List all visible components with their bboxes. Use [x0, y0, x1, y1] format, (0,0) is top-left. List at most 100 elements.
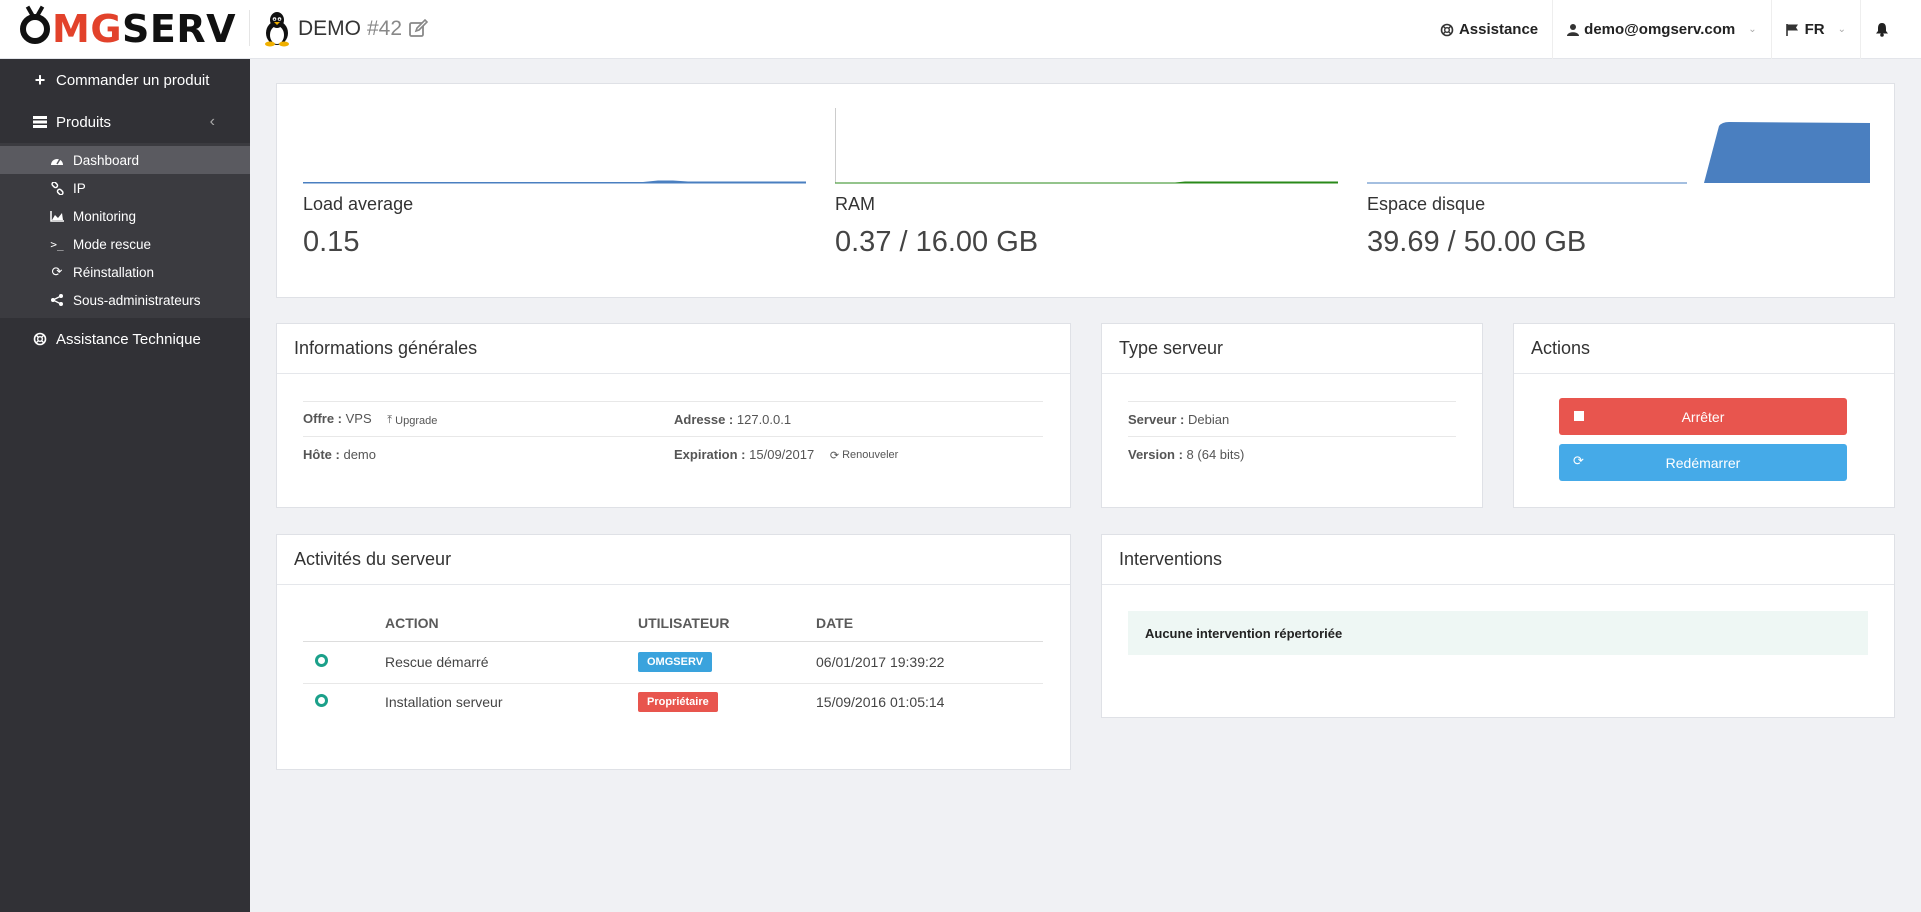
share-icon: [49, 294, 65, 306]
load-average-label: Load average: [303, 194, 414, 214]
expiration-label: Expiration :: [674, 446, 746, 462]
chevron-down-icon: ⌄: [1837, 24, 1846, 35]
version-value: 8 (64 bits): [1186, 446, 1245, 462]
activity-action: Rescue démarré: [385, 641, 638, 684]
language-menu[interactable]: FR ⌄: [1770, 0, 1860, 59]
status-column-header: [303, 605, 385, 642]
load-average-value: 0.15: [303, 226, 360, 258]
language-label: FR: [1804, 21, 1825, 38]
general-info-panel: Informations générales Offre : VPS ⤒ Upg…: [276, 323, 1071, 508]
table-row: Installation serveur Propriétaire 15/09/…: [303, 683, 1043, 721]
upgrade-link[interactable]: ⤒ Upgrade: [387, 414, 437, 427]
panel-title: Interventions: [1102, 535, 1894, 585]
panel-title: Actions: [1514, 324, 1894, 374]
edit-icon[interactable]: [408, 19, 429, 39]
server-activities-panel: Activités du serveur ACTION UTILISATEUR …: [276, 534, 1071, 770]
activities-table: ACTION UTILISATEUR DATE Rescue démarré O…: [303, 605, 1043, 721]
sidebar-item-dashboard[interactable]: Dashboard: [0, 146, 250, 174]
plus-icon: +: [34, 69, 46, 90]
activity-action: Installation serveur: [385, 694, 503, 711]
server-number: #42: [367, 17, 403, 40]
sidebar-item-support[interactable]: Assistance Technique: [0, 318, 250, 360]
ram-value: 0.37 / 16.00 GB: [835, 226, 1039, 258]
assistance-label: Assistance: [1458, 21, 1539, 38]
status-circle-icon: [315, 694, 328, 708]
sidebar-item-order-product[interactable]: + Commander un produit: [0, 59, 250, 101]
sidebar-item-label: Dashboard: [73, 152, 140, 168]
sidebar-item-label: Commander un produit: [56, 71, 210, 89]
top-bar: MG SERV DEMO #42 Assistance demo@omgserv…: [0, 0, 1921, 59]
notifications-button[interactable]: [1860, 0, 1903, 59]
sidebar-item-subadmins[interactable]: Sous-administrateurs: [0, 286, 250, 314]
lifebuoy-icon: [30, 332, 50, 346]
sidebar-item-products[interactable]: Produits ‹: [0, 101, 250, 143]
area-chart-icon: [49, 210, 65, 222]
server-value: Debian: [1188, 411, 1230, 427]
disk-label: Espace disque: [1367, 194, 1486, 214]
restart-label: Redémarrer: [1665, 454, 1741, 471]
logo-o: [20, 14, 50, 44]
host-label: Hôte :: [303, 446, 340, 462]
products-submenu: Dashboard IP Monitoring >_ Mode rescue ⟳…: [0, 143, 250, 318]
user-menu[interactable]: demo@omgserv.com ⌄: [1552, 0, 1770, 59]
stop-button[interactable]: Arrêter: [1559, 398, 1847, 435]
bell-icon: [1876, 23, 1888, 37]
server-icon: [30, 116, 50, 128]
offer-value: VPS: [345, 411, 372, 426]
sidebar-item-label: Sous-administrateurs: [73, 292, 201, 308]
sidebar-item-label: Monitoring: [73, 208, 137, 224]
info-row: Offre : VPS ⤒ Upgrade Adresse : 127.0.0.…: [303, 401, 1043, 436]
dashboard-icon: [49, 155, 65, 166]
link-icon: [49, 181, 65, 195]
chevron-left-icon: ‹: [209, 113, 215, 130]
no-interventions-alert: Aucune intervention répertoriée: [1128, 611, 1868, 655]
user-badge: Propriétaire: [638, 692, 718, 713]
version-label: Version :: [1128, 446, 1183, 462]
column-header-action: ACTION: [385, 605, 638, 642]
address-value: 127.0.0.1: [736, 411, 792, 427]
logo-mg: MG: [52, 7, 123, 51]
header-divider: [249, 10, 250, 46]
sidebar-item-ip[interactable]: IP: [0, 174, 250, 202]
activity-date: 06/01/2017 19:39:22: [816, 641, 1043, 684]
disk-value: 39.69 / 50.00 GB: [1367, 226, 1587, 258]
refresh-icon: ⟳: [1573, 453, 1584, 468]
stop-icon: [1574, 411, 1584, 421]
stop-label: Arrêter: [1681, 408, 1725, 425]
sidebar-item-label: Mode rescue: [73, 236, 152, 252]
sidebar-item-monitoring[interactable]: Monitoring: [0, 202, 250, 230]
user-icon: [1567, 24, 1580, 36]
terminal-icon: >_: [50, 237, 64, 251]
sidebar-item-reinstall[interactable]: ⟳ Réinstallation: [0, 258, 250, 286]
upgrade-label: Upgrade: [395, 414, 438, 427]
renew-label: Renouveler: [842, 449, 899, 461]
sidebar-item-label: Réinstallation: [73, 264, 155, 280]
panel-title: Informations générales: [277, 324, 1070, 374]
restart-button[interactable]: ⟳ Redémarrer: [1559, 444, 1847, 481]
sidebar-item-rescue[interactable]: >_ Mode rescue: [0, 230, 250, 258]
assistance-link[interactable]: Assistance: [1426, 0, 1552, 59]
info-row: Serveur : Debian: [1128, 401, 1456, 436]
upload-icon: ⤒: [387, 414, 393, 426]
actions-panel: Actions Arrêter ⟳ Redémarrer: [1513, 323, 1895, 508]
sidebar-item-label: Assistance Technique: [56, 330, 201, 348]
sidebar: + Commander un produit Produits ‹ Dashbo…: [0, 59, 250, 912]
panel-title: Activités du serveur: [277, 535, 1070, 585]
panel-title: Type serveur: [1102, 324, 1482, 374]
user-email: demo@omgserv.com: [1584, 21, 1736, 38]
renew-link[interactable]: ⟳ Renouveler: [830, 449, 898, 462]
server-title: DEMO #42: [262, 10, 429, 48]
server-name: DEMO: [298, 17, 361, 40]
refresh-icon: ⟳: [829, 449, 840, 462]
interventions-panel: Interventions Aucune intervention répert…: [1101, 534, 1895, 718]
offer-label: Offre :: [303, 411, 342, 426]
column-header-date: DATE: [816, 605, 1043, 642]
header-right: Assistance demo@omgserv.com ⌄ FR ⌄: [1426, 0, 1903, 59]
chevron-down-icon: ⌄: [1748, 24, 1757, 35]
server-type-panel: Type serveur Serveur : Debian Version : …: [1101, 323, 1483, 508]
refresh-icon: ⟳: [51, 264, 63, 279]
server-label: Serveur :: [1128, 411, 1185, 427]
activity-date: 15/09/2016 01:05:14: [816, 694, 945, 711]
info-row: Hôte : demo Expiration : 15/09/2017 ⟳ Re…: [303, 436, 1043, 471]
omgserv-logo[interactable]: MG SERV: [20, 7, 236, 51]
